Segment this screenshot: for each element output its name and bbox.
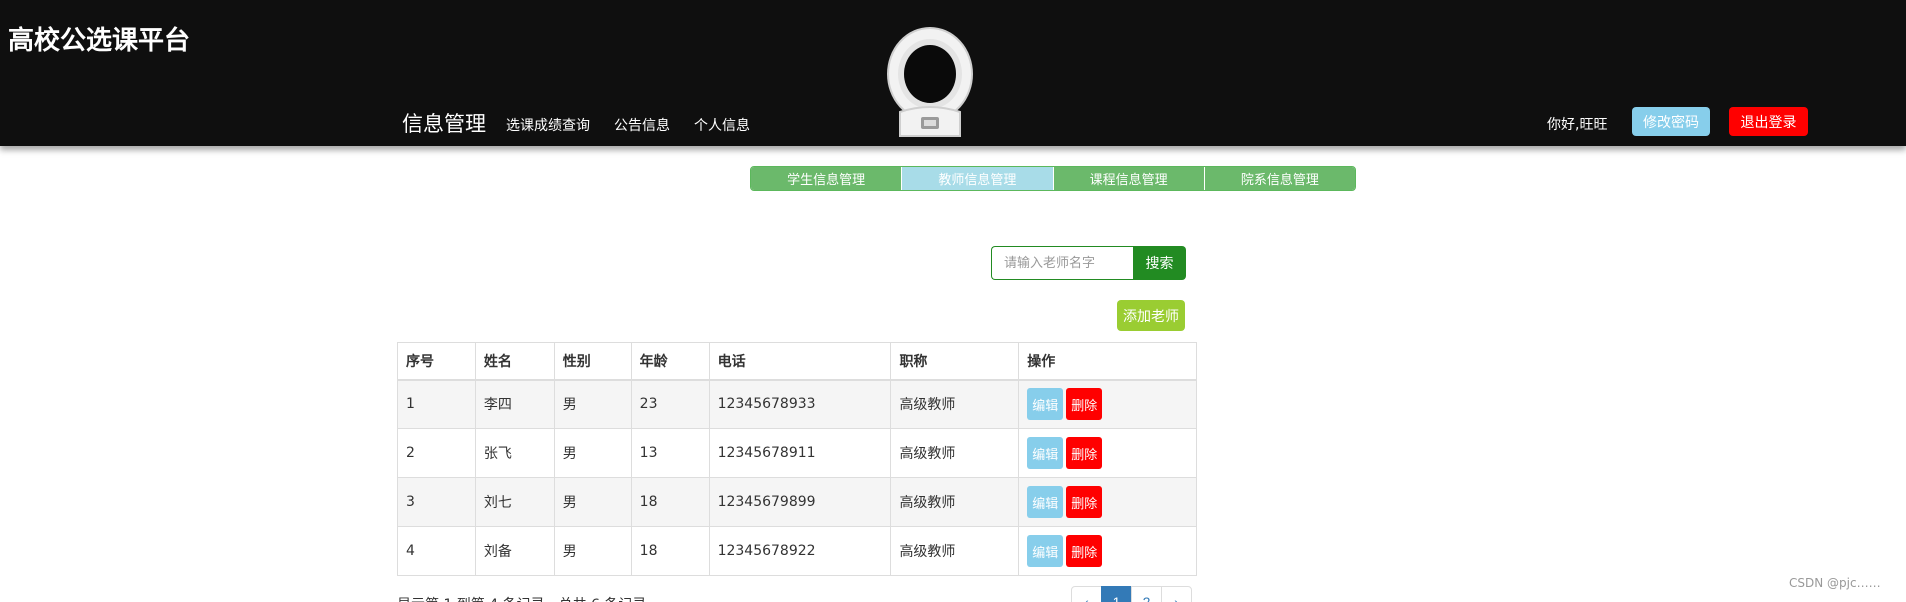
- cell-age: 18: [630, 477, 710, 527]
- cell-no: 2: [397, 428, 476, 478]
- table-row: 4 刘备 男 18 12345678922 高级教师 编辑 删除: [397, 526, 1197, 576]
- pagination: ‹ 1 2 ›: [1071, 586, 1192, 602]
- cell-name: 张飞: [474, 428, 555, 478]
- add-teacher-button[interactable]: 添加老师: [1117, 300, 1185, 331]
- cell-actions: 编辑 删除: [1018, 428, 1197, 478]
- cell-phone: 12345678922: [708, 526, 892, 576]
- header-age: 年龄: [630, 342, 710, 381]
- table-row: 3 刘七 男 18 12345679899 高级教师 编辑 删除: [397, 477, 1197, 527]
- cell-age: 13: [630, 428, 710, 478]
- cell-phone: 12345678911: [708, 428, 892, 478]
- search-button[interactable]: 搜索: [1133, 246, 1186, 280]
- cell-phone: 12345678933: [708, 379, 892, 429]
- tab-course-management[interactable]: 课程信息管理: [1053, 167, 1205, 190]
- header-name: 姓名: [474, 342, 555, 381]
- top-header: 高校公选课平台 信息管理 选课成绩查询 公告信息 个人信息 你好,旺旺 修改密码…: [0, 0, 1906, 146]
- change-password-button[interactable]: 修改密码: [1632, 107, 1710, 136]
- edit-button[interactable]: 编辑: [1027, 437, 1064, 469]
- cell-title: 高级教师: [890, 477, 1020, 527]
- prev-page-button[interactable]: ‹: [1071, 586, 1102, 602]
- site-title: 高校公选课平台: [8, 26, 191, 56]
- cell-age: 18: [630, 526, 710, 576]
- header-gender: 性别: [553, 342, 632, 381]
- cell-gender: 男: [553, 379, 632, 429]
- delete-button[interactable]: 删除: [1066, 535, 1103, 567]
- tab-student-management[interactable]: 学生信息管理: [751, 167, 903, 190]
- cell-title: 高级教师: [890, 379, 1020, 429]
- next-page-button[interactable]: ›: [1161, 586, 1192, 602]
- logout-button[interactable]: 退出登录: [1729, 107, 1808, 136]
- header-title: 职称: [890, 342, 1020, 381]
- teacher-table: 序号 姓名 性别 年龄 电话 职称 操作 1 李四 男 23 123456789…: [397, 342, 1197, 576]
- cell-title: 高级教师: [890, 526, 1020, 576]
- cell-actions: 编辑 删除: [1018, 477, 1197, 527]
- cell-actions: 编辑 删除: [1018, 379, 1197, 429]
- table-row: 2 张飞 男 13 12345678911 高级教师 编辑 删除: [397, 428, 1197, 478]
- edit-button[interactable]: 编辑: [1027, 486, 1064, 518]
- cell-gender: 男: [553, 477, 632, 527]
- cell-name: 李四: [474, 379, 555, 429]
- edit-button[interactable]: 编辑: [1027, 388, 1064, 421]
- cell-age: 23: [630, 379, 710, 429]
- nav-link-profile[interactable]: 个人信息: [694, 115, 750, 135]
- delete-button[interactable]: 删除: [1066, 486, 1103, 518]
- nav-link-announcements[interactable]: 公告信息: [614, 115, 670, 135]
- watermark: CSDN @pjc……: [1789, 576, 1881, 590]
- nav-link-grade-query[interactable]: 选课成绩查询: [506, 115, 590, 135]
- management-tabs: 学生信息管理 教师信息管理 课程信息管理 院系信息管理: [750, 166, 1356, 191]
- header-no: 序号: [397, 342, 476, 381]
- cell-actions: 编辑 删除: [1018, 526, 1197, 576]
- tab-teacher-management[interactable]: 教师信息管理: [902, 167, 1054, 190]
- user-greeting: 你好,旺旺: [1547, 117, 1608, 133]
- cell-no: 1: [397, 379, 476, 429]
- cell-name: 刘七: [474, 477, 555, 527]
- astronaut-mascot-icon: [887, 27, 973, 137]
- header-actions: 操作: [1018, 342, 1197, 381]
- cell-phone: 12345679899: [708, 477, 892, 527]
- table-row: 1 李四 男 23 12345678933 高级教师 编辑 删除: [397, 379, 1197, 429]
- cell-name: 刘备: [474, 526, 555, 576]
- page-2-button[interactable]: 2: [1131, 586, 1162, 602]
- nav-brand[interactable]: 信息管理: [402, 108, 486, 138]
- delete-button[interactable]: 删除: [1066, 388, 1103, 421]
- table-header-row: 序号 姓名 性别 年龄 电话 职称 操作: [397, 342, 1197, 381]
- cell-gender: 男: [553, 428, 632, 478]
- pagination-info: 显示第 1 到第 4 条记录，总共 6 条记录: [397, 594, 646, 602]
- cell-title: 高级教师: [890, 428, 1020, 478]
- edit-button[interactable]: 编辑: [1027, 535, 1064, 567]
- tab-department-management[interactable]: 院系信息管理: [1204, 167, 1355, 190]
- teacher-search-input[interactable]: [991, 246, 1133, 280]
- delete-button[interactable]: 删除: [1066, 437, 1103, 469]
- cell-no: 3: [397, 477, 476, 527]
- cell-no: 4: [397, 526, 476, 576]
- page-1-button[interactable]: 1: [1101, 586, 1132, 602]
- cell-gender: 男: [553, 526, 632, 576]
- header-phone: 电话: [708, 342, 892, 381]
